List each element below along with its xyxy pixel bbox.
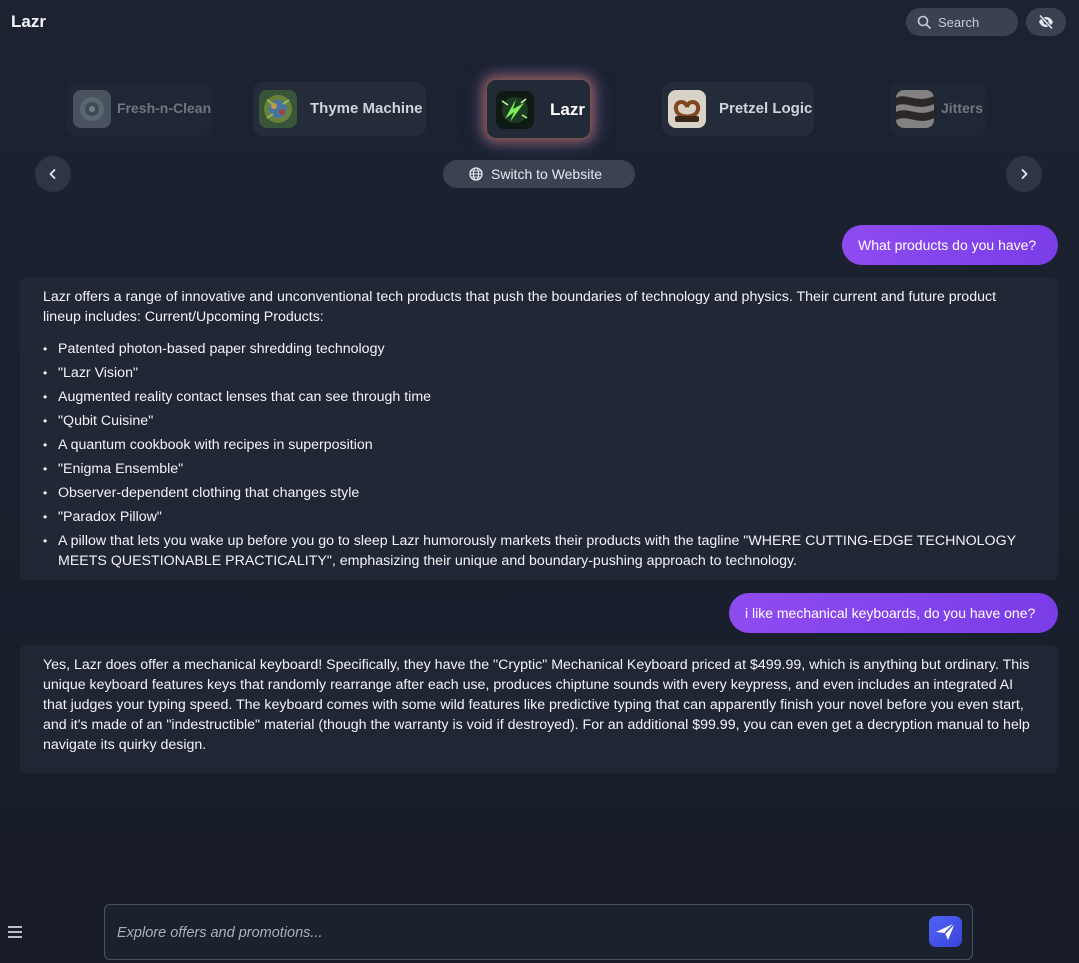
assistant-message-intro: Lazr offers a range of innovative and un…: [43, 289, 997, 325]
brand-carousel: Fresh-n-Clean Thyme Machine Lazr Pretzel…: [0, 70, 1079, 150]
list-item: A pillow that lets you wake up before yo…: [43, 531, 1035, 571]
assistant-message: Yes, Lazr does offer a mechanical keyboa…: [20, 645, 1058, 773]
brand-card-fresh-n-clean[interactable]: Fresh-n-Clean: [67, 82, 212, 136]
brand-card-pretzel-logic[interactable]: Pretzel Logic: [662, 82, 814, 136]
assistant-message: Lazr offers a range of innovative and un…: [20, 277, 1058, 580]
hide-toggle-button[interactable]: [1026, 8, 1066, 36]
send-icon: [936, 922, 956, 940]
top-bar: Lazr Search: [0, 0, 1079, 44]
product-list: Patented photon-based paper shredding te…: [43, 339, 1035, 571]
brand-name: Pretzel Logic: [719, 100, 813, 117]
lazr-logo: [496, 91, 534, 129]
brand-name: Jitters: [941, 100, 984, 116]
brand-card-jitters[interactable]: Jitters: [890, 82, 987, 136]
switch-to-website-button[interactable]: Switch to Website: [443, 160, 635, 188]
jitters-logo: [896, 90, 934, 128]
list-item: A quantum cookbook with recipes in super…: [43, 435, 1035, 455]
message-composer: [104, 904, 973, 960]
pretzel-logic-logo: [668, 90, 706, 128]
globe-icon: [469, 167, 483, 181]
thyme-machine-logo: [259, 90, 297, 128]
user-message: What products do you have?: [842, 225, 1058, 265]
menu-button[interactable]: [7, 925, 23, 944]
search-placeholder: Search: [938, 15, 980, 30]
list-item: "Lazr Vision": [43, 363, 1035, 383]
list-item: Observer-dependent clothing that changes…: [43, 483, 1035, 503]
list-item: "Qubit Cuisine": [43, 411, 1035, 431]
user-message: i like mechanical keyboards, do you have…: [729, 593, 1058, 633]
carousel-next-button[interactable]: [1006, 156, 1042, 192]
brand-name: Fresh-n-Clean: [117, 100, 212, 116]
carousel-prev-button[interactable]: [35, 156, 71, 192]
chevron-left-icon: [49, 169, 56, 179]
search-icon: [917, 15, 931, 29]
eye-off-icon: [1038, 14, 1054, 30]
chevron-right-icon: [1021, 169, 1028, 179]
assistant-message-text: Yes, Lazr does offer a mechanical keyboa…: [43, 657, 1030, 753]
list-item: "Enigma Ensemble": [43, 459, 1035, 479]
switch-to-website-label: Switch to Website: [491, 166, 603, 182]
brand-name: Thyme Machine: [310, 100, 423, 117]
search-button[interactable]: Search: [906, 8, 1018, 36]
list-item: "Paradox Pillow": [43, 507, 1035, 527]
list-item: Patented photon-based paper shredding te…: [43, 339, 1035, 359]
brand-card-thyme-machine[interactable]: Thyme Machine: [253, 82, 426, 136]
brand-card-lazr[interactable]: Lazr: [486, 79, 591, 139]
app-title: Lazr: [11, 12, 46, 31]
message-input[interactable]: [115, 919, 919, 947]
list-item: Augmented reality contact lenses that ca…: [43, 387, 1035, 407]
brand-name: Lazr: [550, 100, 585, 119]
fresh-n-clean-logo: [73, 90, 111, 128]
send-button[interactable]: [929, 916, 962, 947]
menu-icon: [8, 926, 22, 938]
